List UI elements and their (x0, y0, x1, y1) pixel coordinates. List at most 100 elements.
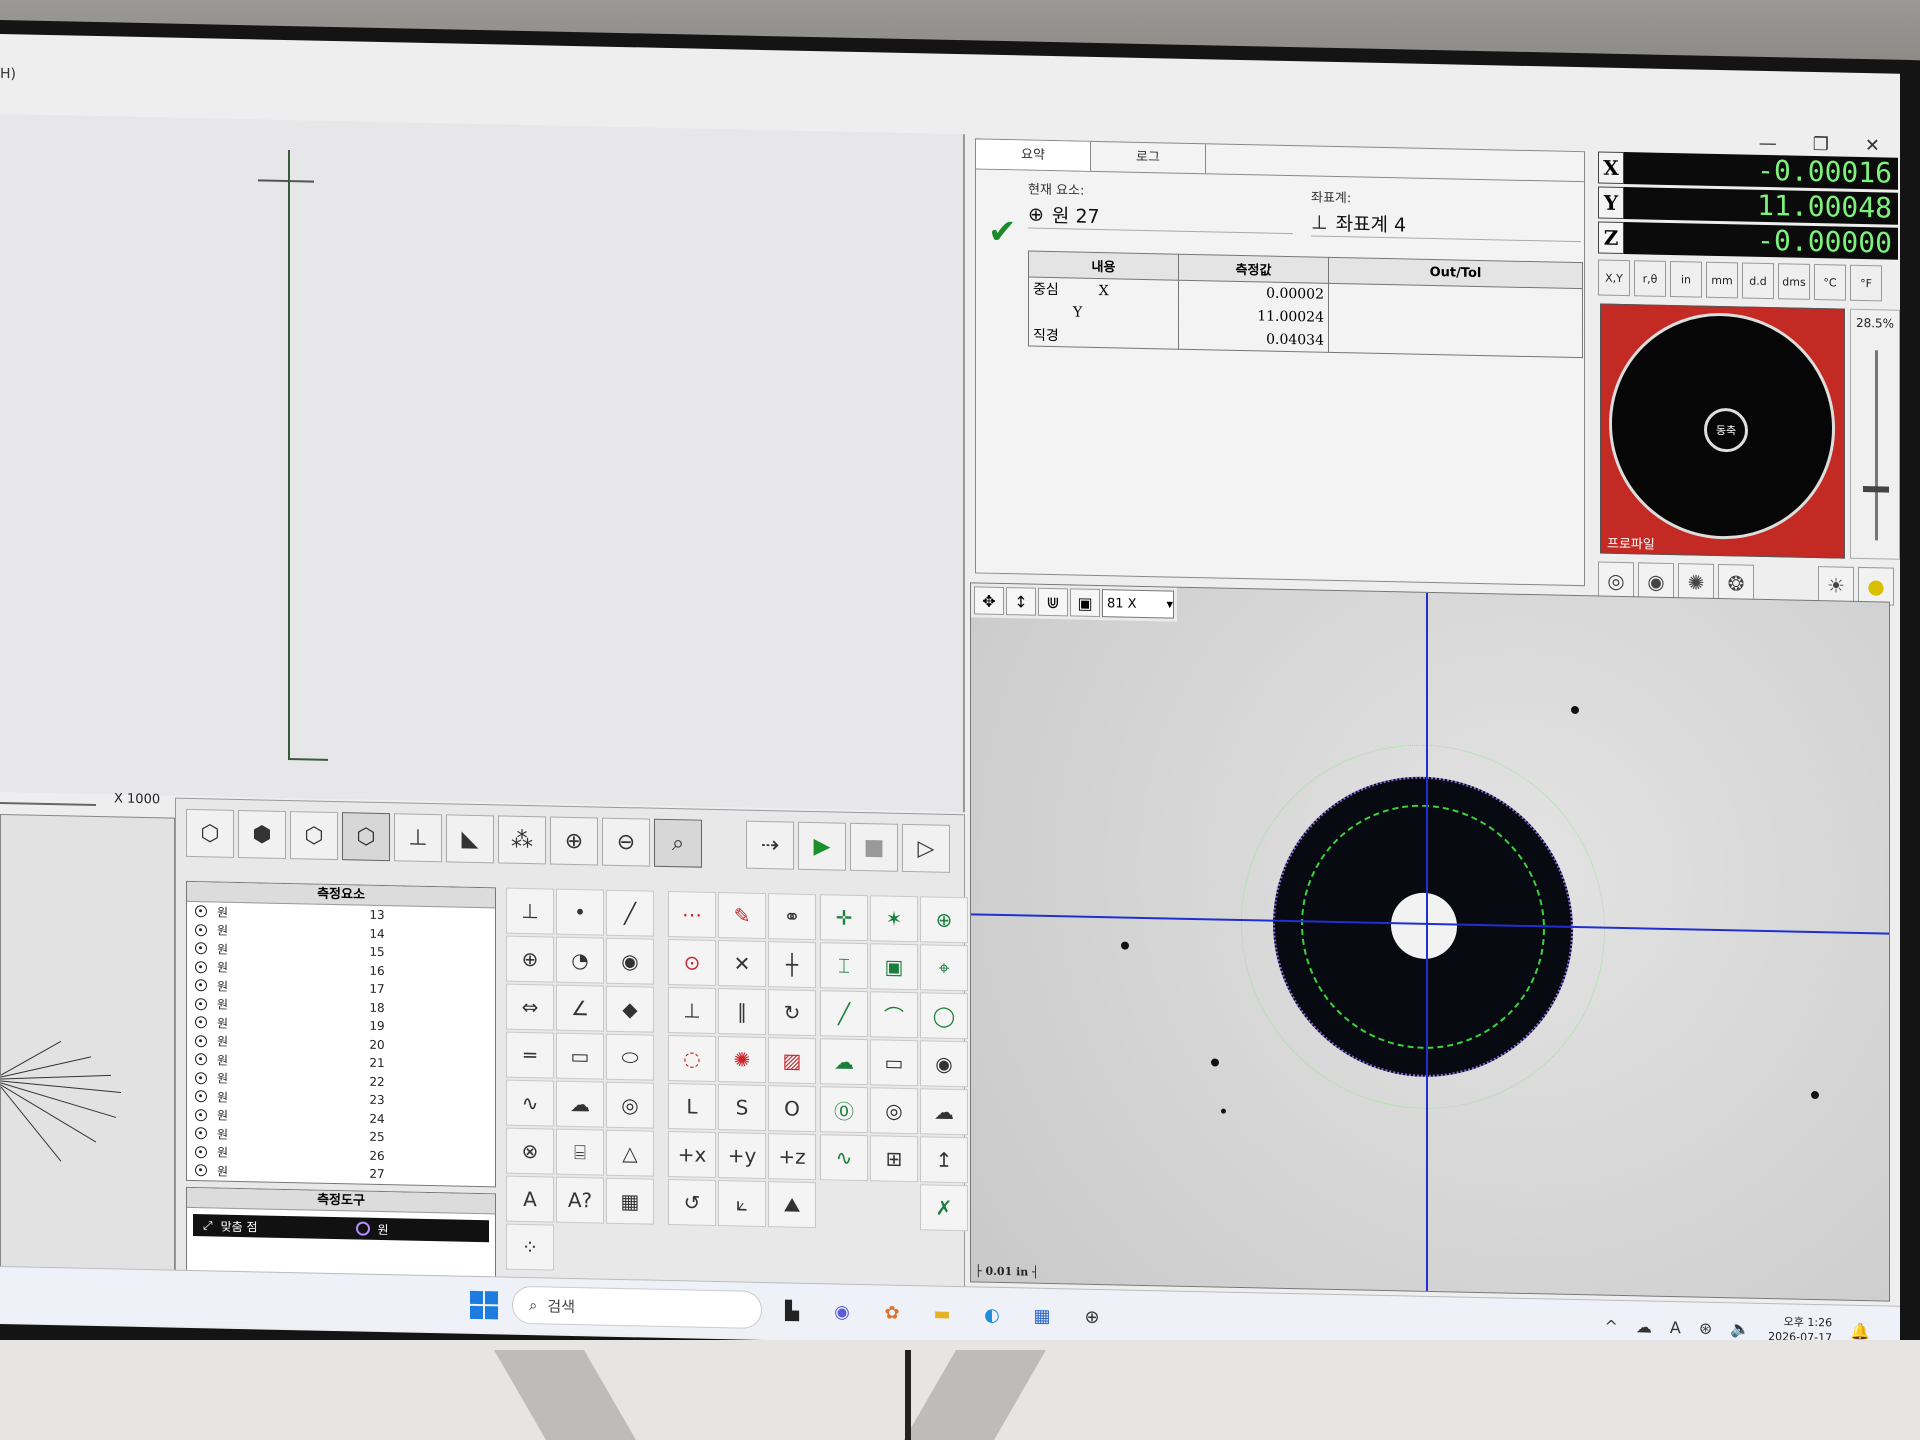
close-button[interactable]: ✕ (1865, 135, 1880, 156)
code-button[interactable]: ⁂ (498, 815, 546, 865)
circle-tool-icon[interactable]: ◯ (920, 992, 968, 1040)
unit-button[interactable]: X,Y (1598, 259, 1630, 297)
gear-points-icon[interactable]: ✺ (718, 1036, 766, 1084)
axes-button[interactable]: ⊥ (394, 813, 442, 863)
file-explorer-icon[interactable]: ▬ (925, 1296, 959, 1331)
rect-tool-icon[interactable]: ▭ (870, 1039, 918, 1087)
tab-summary[interactable]: 요약 (976, 139, 1091, 171)
unit-button[interactable]: r,θ (1634, 260, 1666, 297)
vertical-move-icon[interactable]: ↕ (1006, 587, 1036, 616)
probe-icon[interactable]: ✎ (718, 892, 766, 940)
edge-icon[interactable]: ⌶ (820, 942, 868, 990)
dro-axis-label[interactable]: Z (1598, 221, 1624, 255)
shape-icon[interactable]: ⛰ (768, 1181, 816, 1229)
solid-view-button[interactable]: ⬢ (238, 809, 286, 859)
unit-button[interactable]: in (1670, 260, 1702, 298)
unit-button[interactable]: mm (1706, 261, 1738, 299)
calculator-icon[interactable]: ▦ (606, 1177, 654, 1225)
zoom-in-button[interactable]: ⊕ (550, 816, 598, 866)
coin-icon[interactable]: ⓪ (820, 1086, 868, 1134)
point-icon[interactable]: • (556, 888, 604, 936)
magnet-icon[interactable]: ⋓ (1038, 587, 1068, 617)
chat-icon[interactable]: ◉ (825, 1294, 859, 1329)
cross-icon[interactable]: ✕ (718, 940, 766, 988)
curve-icon[interactable]: ∿ (506, 1079, 554, 1127)
line-tool-icon[interactable]: ╱ (820, 990, 868, 1038)
align-icon[interactable]: ⟀ (718, 1180, 766, 1228)
cylinder-icon[interactable]: ⌸ (556, 1128, 604, 1176)
volume-icon[interactable]: 🔈 (1730, 1319, 1750, 1338)
arc-icon[interactable]: ◔ (556, 936, 604, 984)
graph-view[interactable] (0, 114, 965, 813)
line-icon[interactable]: ╱ (606, 889, 654, 937)
perpendicular-icon[interactable]: ⊥ (668, 986, 716, 1034)
measure-app-icon[interactable]: ⊕ (1075, 1300, 1109, 1335)
slider-thumb[interactable] (1863, 486, 1889, 493)
grid-icon[interactable]: ⊞ (870, 1135, 918, 1183)
sector-ring-icon[interactable]: ❂ (1718, 563, 1754, 603)
slot-icon[interactable]: ⬭ (606, 1033, 654, 1081)
target-icon[interactable]: ⊙ (668, 938, 716, 986)
light-ring-disk[interactable]: 동축 (1609, 310, 1835, 542)
tx-icon[interactable]: +x (668, 1130, 716, 1178)
top-view-button[interactable]: ⬡ (342, 812, 390, 862)
copilot-icon[interactable]: ✿ (875, 1295, 909, 1330)
task-view-icon[interactable]: ▙ (775, 1293, 809, 1328)
point-cloud-icon[interactable]: ⁘ (506, 1223, 554, 1271)
store-icon[interactable]: ▦ (1025, 1298, 1059, 1333)
ring-icon[interactable]: ◎ (606, 1081, 654, 1129)
lamp-icon[interactable]: ● (1858, 566, 1894, 606)
cone-icon[interactable]: △ (606, 1129, 654, 1177)
unit-button[interactable]: °C (1814, 263, 1846, 301)
taskbar-search[interactable]: ⌕ 검색 (512, 1285, 762, 1329)
rotate-icon[interactable]: ↻ (768, 989, 816, 1037)
wave-icon[interactable]: ∿ (820, 1134, 868, 1182)
notification-bell-icon[interactable]: 🔔 (1850, 1321, 1870, 1340)
circle-icon[interactable]: ⊕ (506, 935, 554, 983)
zoom-fit-button[interactable]: ⌕ (654, 818, 702, 868)
undo-icon[interactable]: ↺ (668, 1178, 716, 1226)
restore-button[interactable]: ❐ (1813, 134, 1829, 155)
sphere-icon[interactable]: ⊗ (506, 1127, 554, 1175)
step-button[interactable]: ▷ (902, 823, 950, 873)
star-cross-icon[interactable]: ✶ (870, 895, 918, 943)
circle-points-icon[interactable]: ◌ (668, 1034, 716, 1082)
datum-o-icon[interactable]: O (768, 1085, 816, 1133)
coord-system-field[interactable]: ⊥ 좌표계 4 (1311, 208, 1581, 243)
ty-icon[interactable]: +y (718, 1132, 766, 1180)
cloud-off-icon[interactable]: ☁ (1636, 1317, 1652, 1336)
zoom-select[interactable]: 81 X ▾ (1102, 589, 1174, 619)
text-icon[interactable]: A (506, 1175, 554, 1223)
focus-icon[interactable]: ⌖ (920, 944, 968, 992)
iso-view-button[interactable]: ⬡ (186, 808, 234, 858)
unit-button[interactable]: d.d (1742, 262, 1774, 300)
network-icon[interactable]: ⊛ (1699, 1318, 1712, 1337)
unit-button[interactable]: °F (1850, 264, 1882, 302)
parallel-lines-icon[interactable]: ∥ (718, 988, 766, 1036)
zoom-scale-bar[interactable] (0, 802, 96, 807)
circle-cross-icon[interactable]: ⊕ (920, 896, 968, 944)
chevron-up-icon[interactable]: ^ (1604, 1316, 1617, 1335)
multi-ring-icon[interactable]: ◉ (1638, 562, 1674, 602)
mini-graph-view[interactable] (0, 814, 175, 1288)
cloud-icon[interactable]: ☁ (920, 1088, 968, 1136)
edge-icon[interactable]: ◐ (975, 1297, 1009, 1332)
light-intensity-slider[interactable]: 28.5% (1850, 308, 1900, 560)
ellipse-icon[interactable]: ◉ (606, 937, 654, 985)
segment-ring-icon[interactable]: ✺ (1678, 563, 1714, 602)
minimize-button[interactable]: — (1759, 133, 1777, 154)
image-icon[interactable]: ▣ (870, 943, 918, 991)
datum-s-icon[interactable]: S (718, 1084, 766, 1132)
parallel-icon[interactable]: ═ (506, 1031, 554, 1079)
zoom-out-button[interactable]: ⊖ (602, 817, 650, 867)
coord-system-icon[interactable]: ⊥ (506, 887, 554, 935)
input-method-icon[interactable]: A (1670, 1317, 1681, 1336)
blob-tool-icon[interactable]: ☁ (820, 1038, 868, 1086)
xy-cross-icon[interactable]: ✗ (920, 1184, 968, 1232)
menu-fragment[interactable]: H) (0, 66, 16, 82)
profile-light-control[interactable]: 동축 프로파일 (1600, 303, 1845, 559)
stop-button[interactable]: ■ (850, 822, 898, 872)
camera-view[interactable]: ✥ ↕ ⋓ ▣ 81 X ▾ ├ 0.01 in ┤ (970, 582, 1890, 1302)
midline-icon[interactable]: ┼ (768, 941, 816, 989)
single-ring-icon[interactable]: ◎ (1598, 561, 1634, 601)
